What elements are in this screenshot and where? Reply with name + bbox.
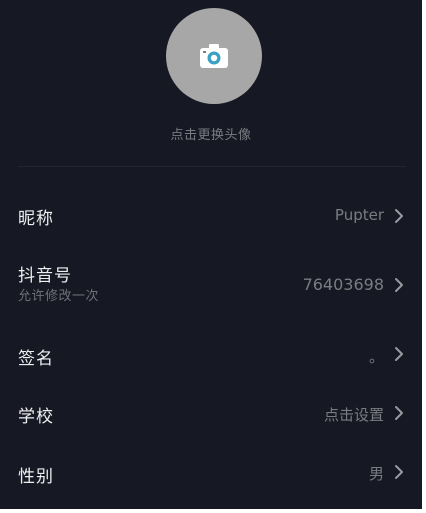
row-signature[interactable]: 签名 。 bbox=[0, 326, 422, 382]
row-sublabel: 允许修改一次 bbox=[18, 289, 100, 304]
chevron-right-icon bbox=[395, 278, 403, 292]
row-value: Pupter bbox=[334, 206, 384, 224]
row-label: 签名 bbox=[18, 349, 54, 369]
avatar-change-button[interactable] bbox=[166, 8, 262, 104]
row-label: 性别 bbox=[18, 467, 54, 487]
row-douyin-id[interactable]: 抖音号 允许修改一次 76403698 bbox=[0, 258, 422, 318]
row-gender[interactable]: 性别 男 bbox=[0, 444, 422, 500]
chevron-right-icon bbox=[395, 347, 403, 361]
row-label: 抖音号 bbox=[18, 266, 72, 286]
chevron-right-icon bbox=[395, 465, 403, 479]
chevron-right-icon bbox=[395, 406, 403, 420]
row-value: 76403698 bbox=[302, 275, 384, 294]
row-value: 点击设置 bbox=[323, 406, 384, 424]
row-value: 。 bbox=[368, 348, 384, 366]
row-school[interactable]: 学校 点击设置 bbox=[0, 385, 422, 441]
avatar-change-hint[interactable]: 点击更换头像 bbox=[0, 124, 422, 143]
row-value: 男 bbox=[368, 465, 384, 483]
chevron-right-icon bbox=[395, 209, 403, 223]
row-nickname[interactable]: 昵称 Pupter bbox=[0, 188, 422, 244]
edit-profile-screen: 点击更换头像 昵称 Pupter 抖音号 允许修改一次 76403698 签名 … bbox=[0, 0, 422, 509]
row-label: 昵称 bbox=[18, 209, 54, 229]
row-label: 学校 bbox=[18, 407, 54, 427]
camera-icon bbox=[200, 44, 228, 68]
divider bbox=[18, 166, 406, 167]
